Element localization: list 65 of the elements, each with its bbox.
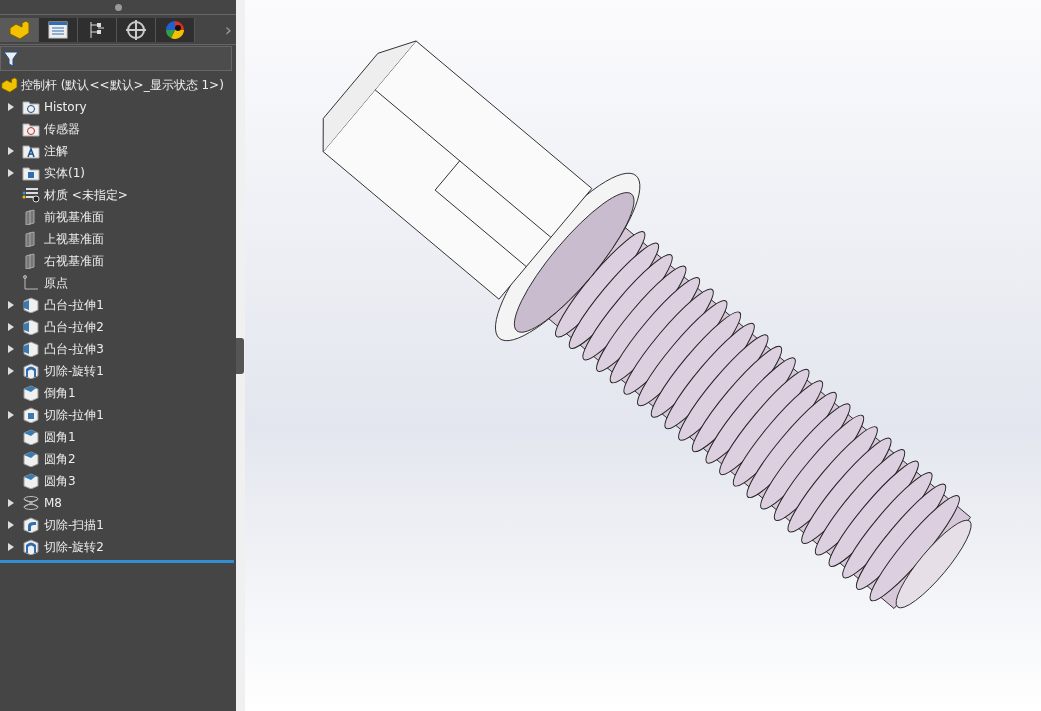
tree-item-label[interactable]: 前视基准面: [44, 208, 104, 226]
grip-handle[interactable]: [114, 3, 122, 11]
panel-collapse-handle[interactable]: [236, 337, 244, 374]
origin-icon: [22, 275, 40, 291]
feature-cube-icon: [22, 539, 40, 555]
tree-structure-icon: [88, 20, 106, 40]
tree-item-label[interactable]: 倒角1: [44, 384, 76, 402]
feature-cube-icon: [22, 385, 40, 401]
expand-arrow-icon[interactable]: [8, 345, 14, 353]
feature-cube-icon: [22, 429, 40, 445]
tree-item-label[interactable]: 切除-旋转2: [44, 538, 104, 556]
folder-icon: [22, 121, 40, 137]
expand-arrow-icon[interactable]: [8, 103, 14, 111]
part-icon: [0, 77, 18, 93]
tree-item-label[interactable]: 右视基准面: [44, 252, 104, 270]
crosshair-icon: [125, 19, 147, 41]
feature-tab[interactable]: [0, 18, 39, 42]
feature-cube-icon: [22, 341, 40, 357]
expand-arrow-icon[interactable]: [8, 301, 14, 309]
expand-arrow-icon[interactable]: [8, 411, 14, 419]
tree-item-label[interactable]: 传感器: [44, 120, 80, 138]
expand-arrow-icon[interactable]: [8, 323, 14, 331]
material-list-icon: [22, 187, 40, 203]
tree-item-label[interactable]: 上视基准面: [44, 230, 104, 248]
feature-cube-icon: [22, 451, 40, 467]
tree-item-label[interactable]: 切除-拉伸1: [44, 406, 104, 424]
expand-arrow-icon[interactable]: [8, 543, 14, 551]
feature-cube-icon: [22, 297, 40, 313]
tree-item-label[interactable]: 凸台-拉伸3: [44, 340, 104, 358]
color-wheel-icon: [165, 20, 185, 40]
tree-item-label[interactable]: M8: [44, 496, 62, 510]
display-tab[interactable]: [156, 18, 195, 42]
tree-item-label[interactable]: History: [44, 100, 87, 114]
feature-cube-icon: [22, 473, 40, 489]
feature-cube-icon: [22, 363, 40, 379]
dim-tab[interactable]: [117, 18, 156, 42]
letter-folder-icon: [22, 143, 40, 159]
tree-item-label[interactable]: 圆角1: [44, 428, 76, 446]
tree-item-label[interactable]: 切除-扫描1: [44, 516, 104, 534]
tree-item-label[interactable]: 实体(1): [44, 164, 85, 182]
expand-arrow-icon[interactable]: [8, 521, 14, 529]
feature-cube-icon: [22, 517, 40, 533]
list-icon: [48, 21, 68, 39]
folder-icon: [22, 99, 40, 115]
expand-arrow-icon[interactable]: [8, 367, 14, 375]
tree-item-label[interactable]: 圆角3: [44, 472, 76, 490]
part-icon: [8, 20, 30, 40]
tree-item-label[interactable]: 切除-旋转1: [44, 362, 104, 380]
tree-item-label[interactable]: 凸台-拉伸2: [44, 318, 104, 336]
config-tab[interactable]: [78, 18, 117, 42]
folder-icon: [22, 165, 40, 181]
property-tab[interactable]: [39, 18, 78, 42]
tree-item-label[interactable]: 圆角2: [44, 450, 76, 468]
tree-item-label[interactable]: 凸台-拉伸1: [44, 296, 104, 314]
expand-arrow-icon[interactable]: [8, 147, 14, 155]
tree-item-label[interactable]: 注解: [44, 142, 68, 160]
expand-arrow-icon[interactable]: [8, 499, 14, 507]
feature-cube-icon: [22, 407, 40, 423]
tree-item-label[interactable]: 材质 <未指定>: [44, 186, 128, 204]
filter-icon[interactable]: [3, 50, 19, 67]
tree-item-label[interactable]: 原点: [44, 274, 68, 292]
feature-cube-icon: [22, 319, 40, 335]
part-name[interactable]: 控制杆 (默认<<默认>_显示状态 1>): [21, 76, 224, 94]
expand-arrow-icon[interactable]: [8, 169, 14, 177]
thread-icon: [22, 495, 40, 511]
